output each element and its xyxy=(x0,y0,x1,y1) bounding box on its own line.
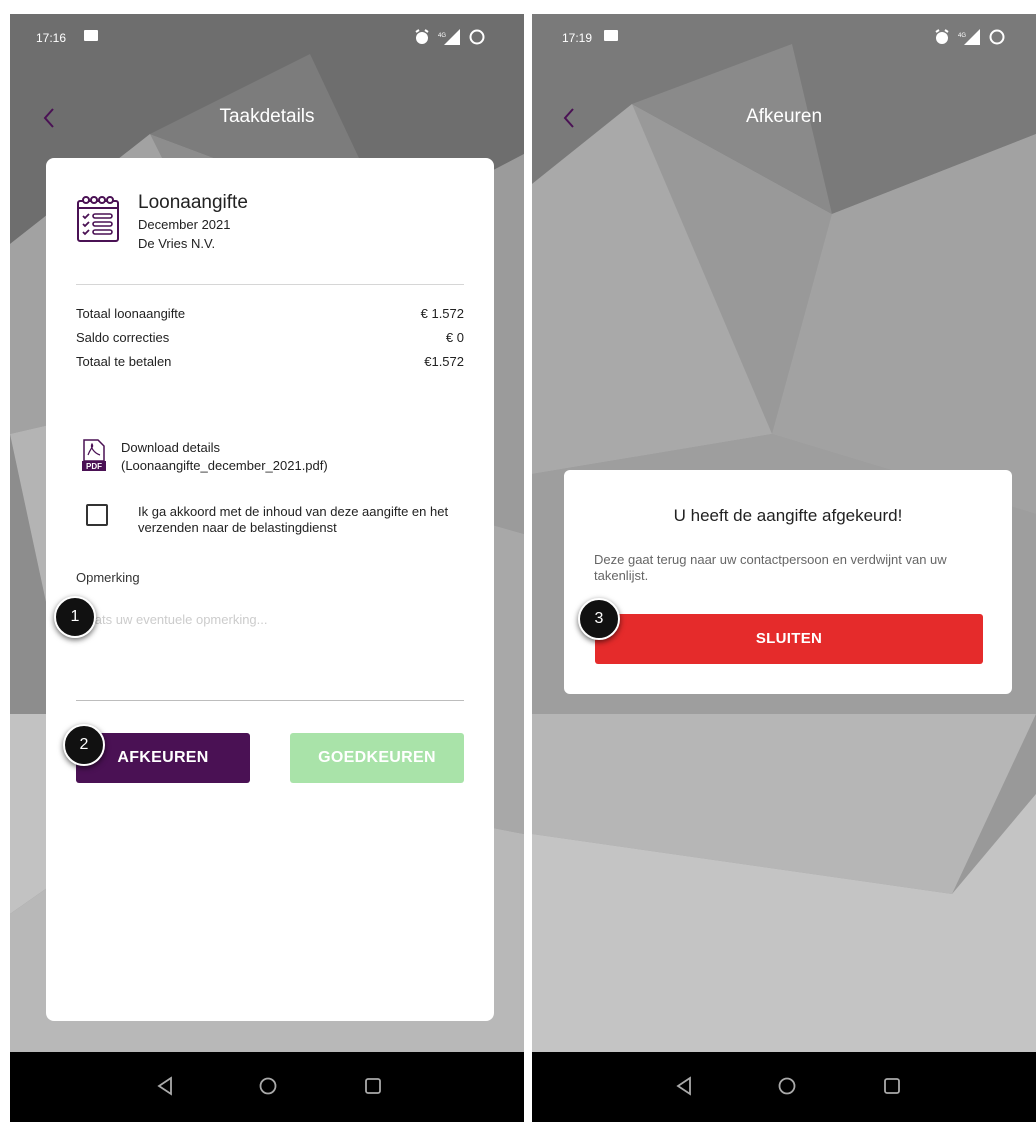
dialog-message: Deze gaat terug naar uw contactpersoon e… xyxy=(594,552,947,583)
system-nav-bar xyxy=(532,1052,1036,1122)
download-details-link[interactable]: Download details xyxy=(121,440,220,455)
home-circle-icon[interactable] xyxy=(777,1076,797,1096)
summary-label: Totaal loonaangifte xyxy=(76,306,186,321)
summary-label: Totaal te betalen xyxy=(76,354,172,369)
summary-value: €1.572 xyxy=(424,354,464,369)
phone-screen-task-details: 17:16 4G Taakdetails Loonaangifte Decemb xyxy=(10,14,524,1122)
download-filename[interactable]: (Loonaangifte_december_2021.pdf) xyxy=(121,458,328,473)
step-badge-1: 1 xyxy=(54,596,96,638)
approve-button[interactable]: GOEDKEUREN xyxy=(290,733,464,783)
summary-row-total-to-pay: Totaal te betalen €1.572 xyxy=(76,354,464,372)
top-nav: Taakdetails xyxy=(10,100,524,140)
page-title: Taakdetails xyxy=(219,106,315,127)
status-bar: 17:19 4G xyxy=(532,14,1036,60)
agreement-text: Ik ga akkoord met de inhoud van deze aan… xyxy=(138,504,449,535)
network-type: 4G xyxy=(438,33,446,39)
back-triangle-icon[interactable] xyxy=(674,1076,694,1096)
summary-row-corrections: Saldo correcties € 0 xyxy=(76,330,464,348)
step-badge-3: 3 xyxy=(578,598,620,640)
task-company: De Vries N.V. xyxy=(138,236,216,251)
alarm-icon xyxy=(415,29,429,44)
alarm-icon xyxy=(935,29,949,44)
remark-input[interactable] xyxy=(76,604,464,634)
status-bar: 17:16 4G xyxy=(10,14,524,60)
phone-screen-reject-confirmation: 17:19 4G Afkeuren U heeft de aangifte af… xyxy=(532,14,1036,1122)
summary-label: Saldo correcties xyxy=(76,330,170,345)
summary-value: € 0 xyxy=(445,330,464,345)
pdf-icon-label: PDF xyxy=(86,462,102,471)
status-icons: 4G xyxy=(934,28,1006,46)
image-notification-icon xyxy=(84,30,98,41)
network-type: 4G xyxy=(958,33,966,39)
recents-square-icon[interactable] xyxy=(882,1076,902,1096)
confirmation-dialog: U heeft de aangifte afgekeurd! Deze gaat… xyxy=(564,470,1012,694)
signal-icon: 4G xyxy=(958,29,980,45)
status-time: 17:16 xyxy=(36,31,67,45)
home-circle-icon[interactable] xyxy=(258,1076,278,1096)
status-icons: 4G xyxy=(414,28,486,46)
step-badge-2: 2 xyxy=(63,724,105,766)
dialog-title: U heeft de aangifte afgekeurd! xyxy=(673,506,903,525)
remark-label: Opmerking xyxy=(76,570,140,585)
battery-ring-icon xyxy=(469,29,485,45)
task-period: December 2021 xyxy=(138,217,231,232)
pdf-icon[interactable]: PDF xyxy=(82,439,106,471)
agreement-checkbox[interactable] xyxy=(86,504,108,526)
summary-row-total-declaration: Totaal loonaangifte € 1.572 xyxy=(76,306,464,324)
close-button[interactable]: SLUITEN xyxy=(595,614,983,664)
image-notification-icon xyxy=(604,30,618,41)
calendar-checklist-icon xyxy=(77,196,119,242)
recents-square-icon[interactable] xyxy=(363,1076,383,1096)
battery-ring-icon xyxy=(989,29,1005,45)
signal-icon: 4G xyxy=(438,29,460,45)
system-nav-bar xyxy=(10,1052,524,1122)
top-nav: Afkeuren xyxy=(532,100,1036,140)
back-triangle-icon[interactable] xyxy=(155,1076,175,1096)
page-title: Afkeuren xyxy=(745,106,823,127)
task-title: Loonaangifte xyxy=(138,192,248,213)
task-card: Loonaangifte December 2021 De Vries N.V.… xyxy=(46,158,494,1021)
divider xyxy=(76,284,464,285)
remark-underline xyxy=(76,700,464,701)
summary-value: € 1.572 xyxy=(420,306,464,321)
status-time: 17:19 xyxy=(562,31,593,45)
